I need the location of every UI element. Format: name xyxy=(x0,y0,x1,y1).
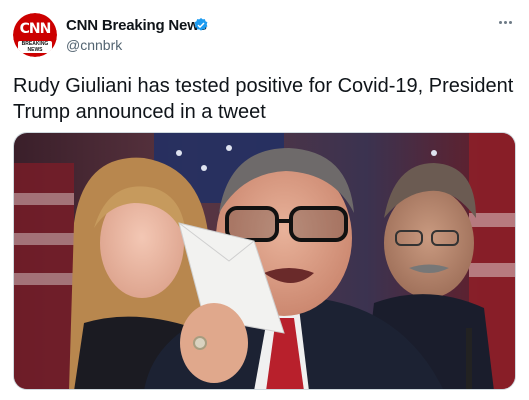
tweet-card: CNN BREAKING NEWS CNN Breaking News @cnn… xyxy=(0,0,529,400)
more-options-icon[interactable] xyxy=(495,12,515,32)
account-handle[interactable]: @cnnbrk xyxy=(66,37,122,53)
logo-text: CNN xyxy=(19,21,52,37)
tweet-text: Rudy Giuliani has tested positive for Co… xyxy=(13,75,514,123)
press-conference-photo xyxy=(14,133,515,389)
tweet-photo[interactable] xyxy=(13,132,516,390)
avatar[interactable]: CNN BREAKING NEWS xyxy=(13,13,57,57)
logo-subtext: BREAKING NEWS xyxy=(18,41,52,53)
verified-badge-icon xyxy=(194,18,208,31)
account-name[interactable]: CNN Breaking News xyxy=(66,17,207,34)
